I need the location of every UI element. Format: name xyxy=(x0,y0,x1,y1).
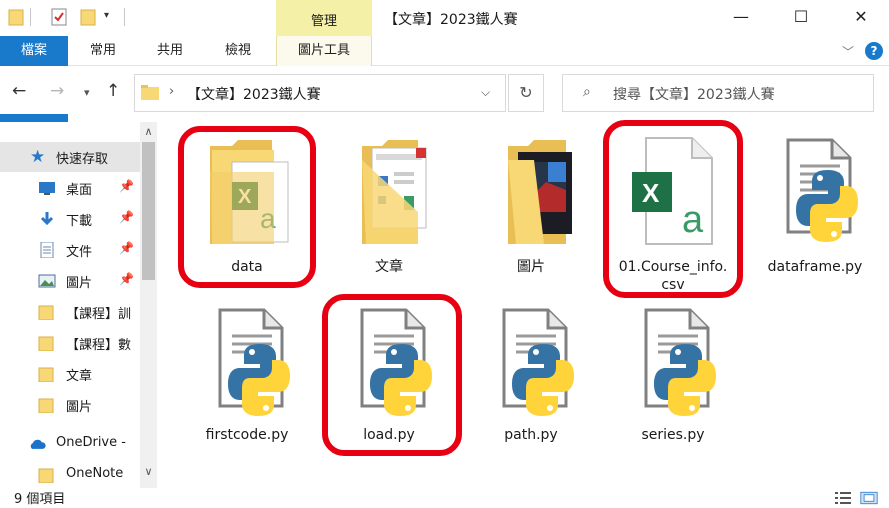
navigation-pane: ★ 快速存取 桌面 📌 下載 📌 文件 📌 圖片 📌 【課程】訓 【課程】數 文… xyxy=(0,122,158,488)
breadcrumb[interactable]: 【文章】2023鐵人賽 xyxy=(187,84,321,104)
item-count: 9 個項目 xyxy=(14,492,66,507)
file-item-images[interactable]: 圖片 xyxy=(466,132,596,302)
details-view-icon[interactable] xyxy=(834,490,852,506)
refresh-button[interactable]: ↻ xyxy=(508,74,544,112)
highlight-annotation xyxy=(603,120,743,298)
divider xyxy=(124,8,125,26)
sidebar-item-label: 下載 xyxy=(66,214,93,229)
sidebar-item-label: 【課程】訓 xyxy=(66,307,132,322)
file-item-firstcode-py[interactable]: firstcode.py xyxy=(182,306,312,476)
sidebar-item-label: 圖片 xyxy=(66,276,93,291)
sidebar-item-folder[interactable]: 【課程】訓 xyxy=(0,297,140,327)
pin-icon: 📌 xyxy=(119,179,134,193)
folder-icon xyxy=(38,336,54,351)
file-item-dataframe-py[interactable]: dataframe.py xyxy=(750,132,880,302)
window-title: 【文章】2023鐵人賽 xyxy=(384,12,518,28)
sidebar-item-label: 桌面 xyxy=(66,183,93,198)
sidebar-item-folder[interactable]: 【課程】數 xyxy=(0,328,140,358)
forward-icon[interactable]: → xyxy=(50,81,64,101)
tab-view[interactable]: 檢視 xyxy=(210,36,266,66)
status-bar: 9 個項目 xyxy=(0,488,889,508)
customize-toolbar-icon[interactable]: ▾ xyxy=(104,10,109,21)
folder-icon xyxy=(141,85,159,100)
sidebar-item-label: 文件 xyxy=(66,245,93,260)
highlight-annotation xyxy=(322,294,462,456)
folder-icon xyxy=(38,468,54,483)
file-name: 文章 xyxy=(375,259,403,275)
download-icon xyxy=(40,212,54,226)
highlight-annotation xyxy=(178,126,316,288)
sidebar-item-label: 文章 xyxy=(66,369,93,384)
breadcrumb-arrow-icon[interactable]: › xyxy=(169,84,174,99)
title-bar: ▾ 管理 【文章】2023鐵人賽 — ☐ ✕ xyxy=(0,0,889,36)
minimize-button[interactable]: — xyxy=(718,0,764,34)
close-button[interactable]: ✕ xyxy=(838,0,884,34)
python-file-icon xyxy=(644,308,716,416)
up-icon[interactable]: ↑ xyxy=(106,81,120,101)
recent-locations-icon[interactable]: ▾ xyxy=(84,86,90,99)
sidebar-item-downloads[interactable]: 下載 📌 xyxy=(0,204,140,234)
tab-home[interactable]: 常用 xyxy=(78,36,128,66)
desktop-icon xyxy=(39,182,55,195)
folder-images-icon xyxy=(508,140,572,244)
context-group-label: 管理 xyxy=(276,0,372,36)
python-file-icon xyxy=(502,308,574,416)
chevron-up-icon[interactable]: ∧ xyxy=(140,122,157,142)
divider xyxy=(30,8,31,26)
tab-picture-tools[interactable]: 圖片工具 xyxy=(276,36,372,66)
sidebar-item-folder[interactable]: 圖片 xyxy=(0,390,140,420)
back-icon[interactable]: ← xyxy=(12,81,26,101)
expand-ribbon-icon[interactable]: ﹀ xyxy=(842,43,854,60)
picture-icon xyxy=(38,274,56,288)
chevron-down-icon[interactable]: ∨ xyxy=(140,462,157,482)
search-input[interactable]: ⌕ 搜尋【文章】2023鐵人賽 xyxy=(562,74,874,112)
sidebar-item-desktop[interactable]: 桌面 📌 xyxy=(0,173,140,203)
file-name: dataframe.py xyxy=(767,259,863,275)
sidebar-item-documents[interactable]: 文件 📌 xyxy=(0,235,140,265)
star-icon: ★ xyxy=(30,147,46,167)
address-bar[interactable]: › 【文章】2023鐵人賽 ⌵ xyxy=(134,74,506,112)
help-icon[interactable]: ? xyxy=(865,42,883,60)
document-icon xyxy=(40,242,54,258)
folder-docs-icon xyxy=(362,140,427,244)
file-item-articles[interactable]: 文章 xyxy=(324,132,454,302)
sidebar-item-onenote[interactable]: OneNote xyxy=(0,460,140,490)
python-file-icon xyxy=(786,138,858,242)
sidebar-item-quick-access[interactable]: ★ 快速存取 xyxy=(0,142,140,172)
sidebar-item-onedrive[interactable]: OneDrive - xyxy=(0,429,140,459)
sidebar-item-label: OneNote xyxy=(66,466,124,481)
sidebar-item-folder[interactable]: 文章 xyxy=(0,359,140,389)
maximize-button[interactable]: ☐ xyxy=(778,0,824,34)
file-name: series.py xyxy=(641,427,705,443)
cloud-icon xyxy=(30,439,46,449)
folder-icon xyxy=(38,367,54,382)
file-name: 圖片 xyxy=(517,259,545,275)
sidebar-item-label: 圖片 xyxy=(66,400,93,415)
pin-icon: 📌 xyxy=(119,272,134,286)
chevron-down-icon[interactable]: ⌵ xyxy=(481,85,490,100)
new-folder-icon[interactable] xyxy=(80,6,96,28)
scrollbar-thumb[interactable] xyxy=(142,142,155,280)
sidebar-item-label: OneDrive - xyxy=(56,435,126,450)
file-name: firstcode.py xyxy=(205,427,289,443)
folder-icon xyxy=(38,398,54,413)
file-item-path-py[interactable]: path.py xyxy=(466,306,596,476)
python-file-icon xyxy=(218,308,290,416)
file-name: path.py xyxy=(504,427,558,443)
search-icon: ⌕ xyxy=(583,84,591,100)
large-icons-view-icon[interactable] xyxy=(860,490,878,506)
tab-share[interactable]: 共用 xyxy=(142,36,198,66)
ribbon-tabs: 檔案 常用 共用 檢視 圖片工具 xyxy=(0,36,889,206)
pin-icon: 📌 xyxy=(119,210,134,224)
folder-icon[interactable] xyxy=(8,6,24,28)
sidebar-item-pictures[interactable]: 圖片 📌 xyxy=(0,266,140,296)
context-group-text: 管理 xyxy=(310,14,337,29)
sidebar-item-label: 快速存取 xyxy=(56,152,109,167)
pin-icon: 📌 xyxy=(119,241,134,255)
search-placeholder: 搜尋【文章】2023鐵人賽 xyxy=(613,87,775,103)
sidebar-item-label: 【課程】數 xyxy=(66,338,132,353)
file-item-series-py[interactable]: series.py xyxy=(608,306,738,476)
folder-icon xyxy=(38,305,54,320)
properties-icon[interactable] xyxy=(50,6,68,28)
